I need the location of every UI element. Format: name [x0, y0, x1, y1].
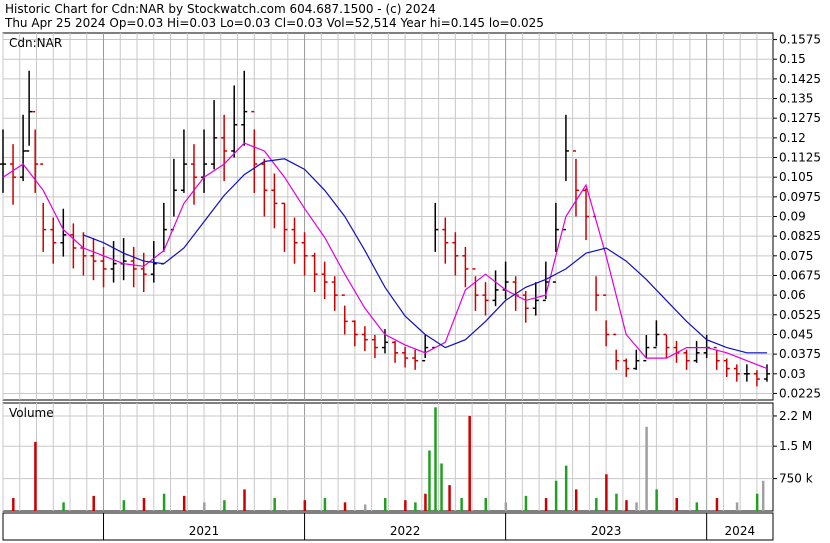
year-label-2022: 2022	[390, 524, 421, 538]
price-tick-label-2: 0.1425	[779, 72, 821, 86]
volume-tick-label-1: 1.5 M	[779, 439, 812, 453]
volume-bar-29	[544, 498, 548, 511]
volume-bar-10	[243, 489, 246, 511]
volume-bar-45	[761, 480, 765, 511]
volume-bar-34	[605, 474, 608, 511]
price-tick-label-16: 0.0375	[779, 347, 821, 361]
price-panel-title: Cdn:NAR	[9, 36, 62, 50]
volume-tick-label-2: 750 k	[779, 472, 813, 486]
price-tick-label-8: 0.0975	[779, 190, 821, 204]
volume-bar-12	[303, 500, 307, 511]
volume-bar-31	[564, 465, 568, 511]
header-line-2: Thu Apr 25 2024 Op=0.03 Hi=0.03 Lo=0.03 …	[4, 16, 544, 30]
price-tick-label-7: 0.105	[779, 170, 813, 184]
volume-bar-43	[735, 502, 739, 511]
price-tick-label-1: 0.15	[779, 52, 806, 66]
volume-bar-7	[182, 495, 186, 511]
price-tick-label-11: 0.075	[779, 249, 813, 263]
volume-bar-9	[223, 500, 226, 511]
volume-bar-44	[755, 493, 759, 511]
year-label-2023: 2023	[591, 524, 622, 538]
price-tick-label-6: 0.1125	[779, 151, 821, 165]
volume-bar-5	[142, 498, 146, 511]
volume-bar-39	[655, 489, 658, 511]
volume-bar-16	[383, 498, 387, 511]
volume-tick-label-0: 2.2 M	[779, 409, 812, 423]
price-tick-label-9: 0.09	[779, 210, 806, 224]
volume-bar-40	[675, 498, 678, 511]
price-tick-label-3: 0.135	[779, 92, 813, 106]
price-tick-label-14: 0.0525	[779, 308, 821, 322]
volume-bar-23	[448, 485, 451, 511]
volume-bar-6	[162, 493, 166, 511]
volume-bar-4	[122, 500, 126, 511]
volume-panel-title: Volume	[9, 406, 54, 420]
volume-axis: 2.2 M 1.5 M 750 k	[773, 409, 813, 486]
stock-chart: Historic Chart for Cdn:NAR by Stockwatch…	[0, 0, 830, 543]
price-tick-label-4: 0.1275	[779, 111, 821, 125]
volume-bar-42	[715, 498, 719, 511]
volume-bar-33	[595, 498, 598, 511]
price-tick-label-10: 0.0825	[779, 229, 821, 243]
year-label-2024: 2024	[725, 524, 756, 538]
volume-bar-30	[554, 480, 558, 511]
volume-bar-25	[468, 415, 471, 511]
year-label-2021: 2021	[189, 524, 220, 538]
volume-bar-2	[62, 502, 65, 511]
volume-bar-8	[203, 502, 206, 511]
price-tick-label-13: 0.06	[779, 288, 806, 302]
volume-bar-38	[645, 426, 648, 511]
volume-bar-20	[428, 450, 431, 511]
volume-bar-3	[92, 495, 95, 511]
volume-bar-18	[414, 502, 417, 511]
volume-bar-19	[424, 493, 427, 511]
price-tick-label-15: 0.045	[779, 327, 813, 341]
volume-bar-36	[625, 500, 628, 511]
volume-bar-35	[615, 493, 618, 511]
volume-bar-15	[363, 504, 367, 511]
price-tick-label-0: 0.1575	[779, 33, 821, 47]
volume-bar-13	[323, 498, 327, 511]
header-line-1: Historic Chart for Cdn:NAR by Stockwatch…	[5, 2, 436, 16]
volume-bar-11	[273, 498, 276, 511]
volume-bar-27	[504, 502, 508, 511]
price-tick-label-5: 0.12	[779, 131, 806, 145]
volume-bar-26	[484, 498, 488, 511]
volume-bar-28	[524, 495, 528, 511]
volume-bar-1	[34, 441, 37, 511]
price-tick-label-12: 0.0675	[779, 268, 821, 282]
volume-bar-14	[343, 502, 347, 511]
volume-bar-37	[635, 502, 638, 511]
volume-bar-41	[695, 502, 699, 511]
price-tick-label-18: 0.0225	[779, 386, 821, 400]
volume-bar-0	[12, 498, 15, 511]
volume-bar-32	[574, 489, 578, 511]
volume-bar-22	[440, 463, 443, 511]
chart-background	[0, 0, 830, 543]
volume-bar-17	[404, 500, 407, 511]
price-tick-label-17: 0.03	[779, 367, 806, 381]
volume-bar-21	[434, 407, 437, 511]
volume-bar-24	[460, 498, 463, 511]
